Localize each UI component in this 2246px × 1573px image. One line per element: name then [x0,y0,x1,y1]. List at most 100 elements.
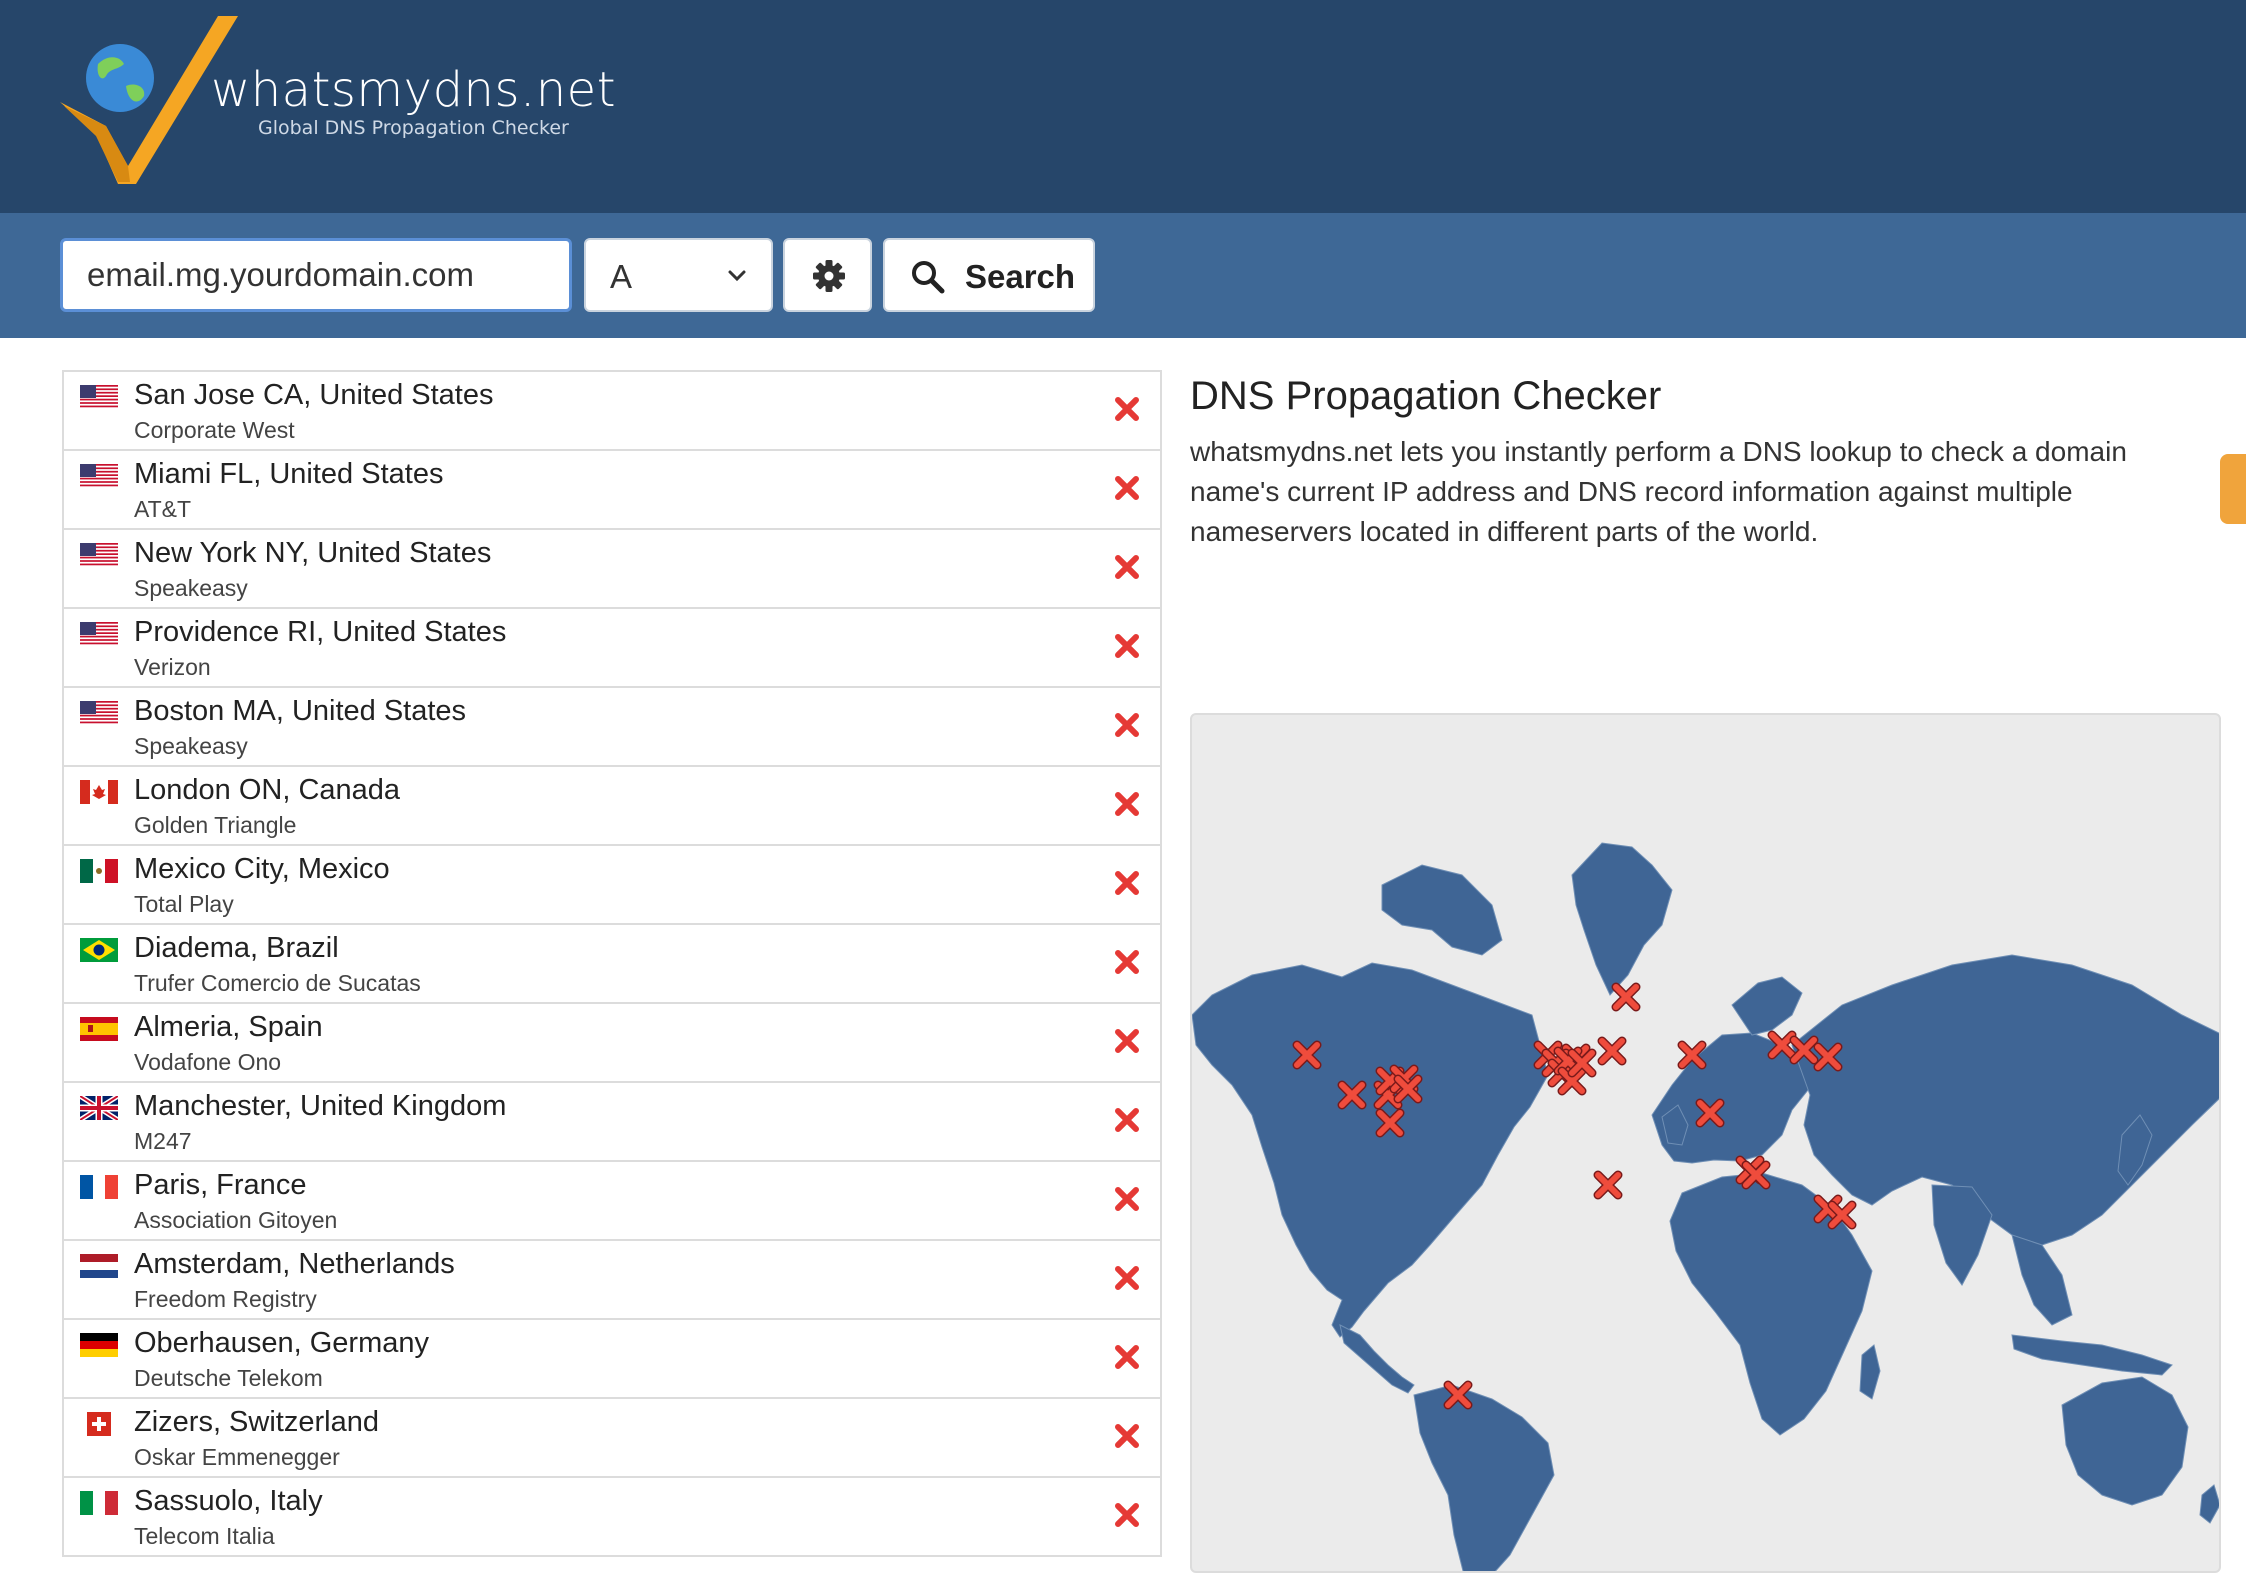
flag-us-icon [80,622,118,646]
result-row[interactable]: Oberhausen, Germany Deutsche Telekom [64,1320,1160,1399]
result-row[interactable]: Paris, France Association Gitoyen [64,1162,1160,1241]
result-row[interactable]: Sassuolo, Italy Telecom Italia [64,1478,1160,1557]
brand-tagline: Global DNS Propagation Checker [258,117,569,139]
result-provider: Corporate West [134,417,295,443]
result-provider: Oskar Emmenegger [134,1444,340,1470]
result-provider: Telecom Italia [134,1523,275,1549]
result-location: London ON, Canada [134,774,401,806]
brand-name[interactable]: whatsmydns.net [211,62,616,118]
result-provider: Total Play [134,891,234,917]
south-america [1413,1384,1555,1571]
flag-es-icon [80,1017,118,1041]
result-row[interactable]: Amsterdam, Netherlands Freedom Registry [64,1241,1160,1320]
result-row[interactable]: Manchester, United Kingdom M247 [64,1083,1160,1162]
result-location: Miami FL, United States [134,458,444,490]
result-row[interactable]: Diadema, Brazil Trufer Comercio de Sucata… [64,925,1160,1004]
flag-us-icon [80,385,118,409]
fail-icon [1115,1187,1139,1211]
result-provider: Golden Triangle [134,812,297,838]
flag-us-icon [80,464,118,488]
result-provider: AT&T [134,496,192,522]
record-type-value: A [610,258,633,295]
result-location: Providence RI, United States [134,616,507,648]
result-row[interactable]: Boston MA, United States Speakeasy [64,688,1160,767]
flag-ch-icon [87,1412,111,1436]
side-tab[interactable] [2220,454,2246,524]
map-marker-icon[interactable] [1593,1170,1623,1200]
search-button[interactable]: Search [883,238,1095,312]
central-america [1339,1324,1415,1394]
result-row[interactable]: Providence RI, United States Verizon [64,609,1160,688]
result-location: Mexico City, Mexico [134,853,390,885]
result-provider: Speakeasy [134,575,248,601]
record-type-select[interactable]: A [584,238,773,312]
map-marker-icon[interactable] [1597,1036,1627,1066]
result-provider: Vodafone Ono [134,1049,282,1075]
result-location: Sassuolo, Italy [134,1485,323,1517]
result-location: Amsterdam, Netherlands [134,1248,455,1280]
magnifier-icon [912,261,945,294]
fail-icon [1115,713,1139,737]
result-provider: Freedom Registry [134,1286,317,1312]
result-row[interactable]: Miami FL, United States AT&T [64,451,1160,530]
result-row[interactable]: Mexico City, Mexico Total Play [64,846,1160,925]
site-header: whatsmydns.net Global DNS Propagation Ch… [0,0,2246,213]
result-provider: Association Gitoyen [134,1207,338,1233]
result-provider: Verizon [134,654,211,680]
fail-icon [1115,397,1139,421]
result-location: San Jose CA, United States [134,379,494,411]
flag-us-icon [80,543,118,567]
madagascar [1859,1344,1881,1400]
fail-icon [1115,476,1139,500]
result-row[interactable]: Almeria, Spain Vodafone Ono [64,1004,1160,1083]
fail-icon [1115,1108,1139,1132]
flag-nl-icon [80,1254,118,1278]
results-list: San Jose CA, United States Corporate West… [62,370,1162,1557]
new-zealand [2199,1484,2219,1524]
domain-input[interactable] [60,238,572,312]
flag-gb-icon [80,1096,118,1120]
result-row[interactable]: San Jose CA, United States Corporate West [64,372,1160,451]
australia [2061,1376,2189,1506]
page-description: whatsmydns.net lets you instantly perfor… [1190,436,2127,547]
fail-icon [1115,634,1139,658]
indonesia [2011,1334,2173,1376]
canada-islands [1381,864,1503,956]
fail-icon [1115,1424,1139,1448]
scandinavia [1731,976,1803,1036]
result-location: Paris, France [134,1169,307,1201]
result-row[interactable]: Zizers, Switzerland Oskar Emmenegger [64,1399,1160,1478]
result-row[interactable]: London ON, Canada Golden Triangle [64,767,1160,846]
result-provider: Trufer Comercio de Sucatas [134,970,421,996]
fail-icon [1115,871,1139,895]
search-button-label: Search [965,258,1076,295]
page-title: DNS Propagation Checker [1190,374,1662,418]
result-location: Manchester, United Kingdom [134,1090,507,1122]
result-location: Zizers, Switzerland [134,1406,379,1438]
result-provider: Speakeasy [134,733,248,759]
north-america [1192,962,1549,1338]
flag-us-icon [80,701,118,725]
flag-de-icon [80,1333,118,1357]
fail-icon [1115,555,1139,579]
result-location: New York NY, United States [134,537,492,569]
settings-button[interactable] [783,238,872,312]
chevron-down-icon [728,270,746,282]
result-location: Boston MA, United States [134,695,467,727]
flag-it-icon [80,1491,118,1515]
fail-icon [1115,1029,1139,1053]
fail-icon [1115,1503,1139,1527]
map-marker-icon[interactable] [1611,982,1641,1012]
fail-icon [1115,792,1139,816]
fail-icon [1115,950,1139,974]
gear-icon [813,260,845,292]
result-location: Almeria, Spain [134,1011,323,1043]
world-map[interactable] [1190,713,2221,1573]
flag-mx-icon [80,859,118,883]
southeast-asia [2011,1234,2073,1326]
result-location: Oberhausen, Germany [134,1327,429,1359]
result-location: Diadema, Brazil [134,932,339,964]
result-row[interactable]: New York NY, United States Speakeasy [64,530,1160,609]
flag-ca-icon [80,780,118,804]
search-bar: A Search [0,213,2246,524]
